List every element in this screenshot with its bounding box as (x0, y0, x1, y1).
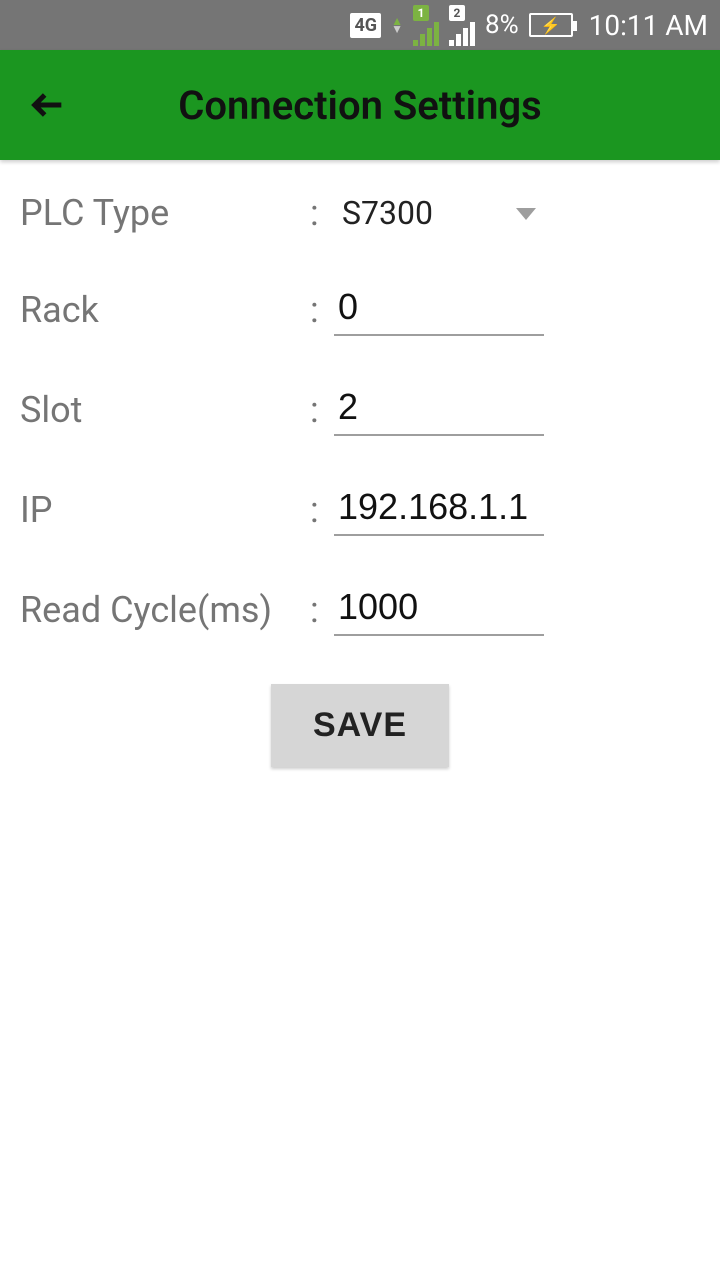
app-bar: Connection Settings (0, 50, 720, 160)
row-plc-type: PLC Type : S7300 (20, 190, 700, 236)
signal-sim2: 2 (449, 5, 475, 46)
chevron-down-icon (516, 194, 536, 232)
network-type-badge: 4G (350, 13, 381, 38)
back-button[interactable] (16, 73, 80, 137)
page-title: Connection Settings (80, 82, 640, 129)
label-plc-type: PLC Type (20, 192, 310, 234)
row-read-cycle: Read Cycle(ms) : (20, 584, 700, 636)
colon: : (310, 589, 334, 631)
status-bar: 4G ▲▼ 1 2 8% ⚡ 10:11 AM (0, 0, 720, 50)
data-arrows-icon: ▲▼ (391, 17, 403, 33)
save-row: SAVE (20, 684, 700, 767)
battery-charging-icon: ⚡ (529, 13, 573, 37)
colon: : (310, 489, 334, 531)
battery-percent: 8% (485, 10, 519, 40)
colon: : (310, 389, 334, 431)
colon: : (310, 289, 334, 331)
signal-sim1: 1 (413, 5, 439, 46)
label-read-cycle: Read Cycle(ms) (20, 589, 310, 631)
ip-input[interactable] (334, 484, 544, 536)
plc-type-select[interactable]: S7300 (334, 190, 544, 236)
row-slot: Slot : (20, 384, 700, 436)
colon: : (310, 192, 334, 234)
row-rack: Rack : (20, 284, 700, 336)
save-button[interactable]: SAVE (271, 684, 449, 767)
connection-form: PLC Type : S7300 Rack : Slot : IP : Read… (0, 160, 720, 797)
read-cycle-input[interactable] (334, 584, 544, 636)
plc-type-value: S7300 (342, 194, 433, 232)
label-slot: Slot (20, 389, 310, 431)
sim2-badge: 2 (449, 5, 465, 21)
row-ip: IP : (20, 484, 700, 536)
rack-input[interactable] (334, 284, 544, 336)
clock: 10:11 AM (589, 9, 708, 42)
sim1-badge: 1 (413, 5, 429, 21)
label-rack: Rack (20, 289, 310, 331)
arrow-left-icon (28, 85, 68, 125)
label-ip: IP (20, 489, 310, 531)
slot-input[interactable] (334, 384, 544, 436)
